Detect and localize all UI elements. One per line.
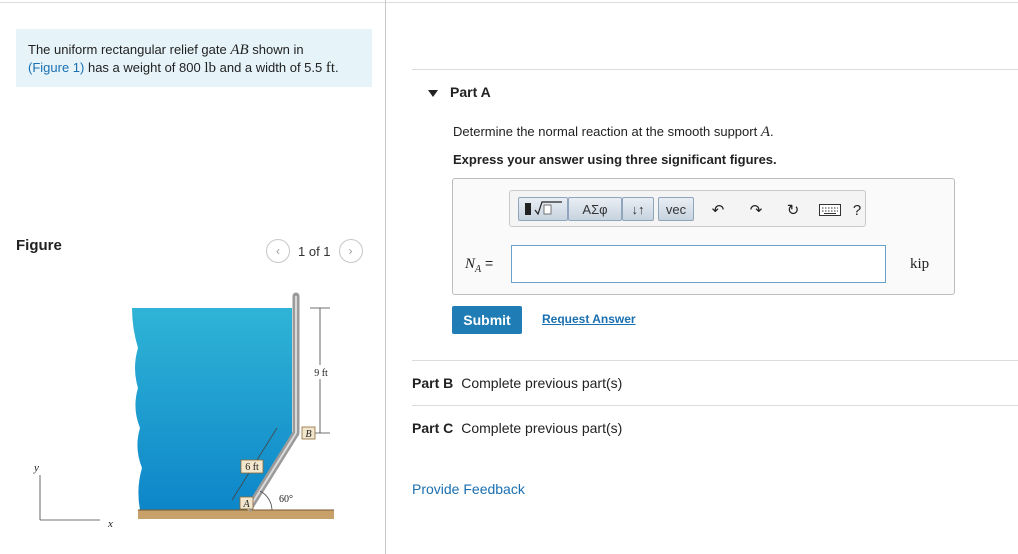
submit-button[interactable]: Submit (452, 306, 522, 334)
ground-strip (138, 510, 334, 519)
unit-label: kip (910, 256, 930, 272)
question-text: Determine the normal reaction at the smo… (453, 124, 774, 140)
request-answer-link[interactable]: Request Answer (542, 312, 636, 326)
axis-x-label: x (107, 518, 113, 530)
keyboard-icon[interactable] (818, 200, 842, 220)
axis-y-label: y (33, 462, 39, 474)
figure-link[interactable]: (Figure 1) (28, 60, 84, 75)
math-toolbar: ΑΣφ ↓↑ vec ↶ ↷ ↻ ? (509, 190, 866, 227)
problem-statement: The uniform rectangular relief gate AB s… (16, 29, 372, 87)
angle-label: 60° (279, 494, 293, 505)
problem-text-4: and a width of 5.5 (216, 60, 326, 75)
question-variable: A (760, 124, 770, 140)
point-a-label: A (242, 499, 250, 510)
updown-button[interactable]: ↓↑ (622, 197, 654, 221)
part-b-label: Part B (412, 375, 454, 391)
figure-heading: Figure (16, 237, 62, 254)
problem-text-2: shown in (248, 42, 304, 57)
dim-9ft-label: 9 ft (314, 368, 328, 379)
gate-name: AB (230, 42, 249, 58)
part-b-row[interactable]: Part B Complete previous part(s) (412, 375, 622, 391)
provide-feedback-link[interactable]: Provide Feedback (412, 481, 525, 497)
templates-sqrt-icon (525, 201, 562, 216)
part-a-title: Part A (450, 84, 491, 100)
templates-button[interactable] (518, 197, 568, 221)
part-b-divider (412, 360, 1018, 361)
problem-text-1: The uniform rectangular relief gate (28, 42, 231, 57)
answer-panel: ΑΣφ ↓↑ vec ↶ ↷ ↻ ? NA = kip (452, 178, 955, 295)
part-c-row[interactable]: Part C Complete previous part(s) (412, 420, 622, 436)
greek-button[interactable]: ΑΣφ (568, 197, 622, 221)
instruction-text: Express your answer using three signific… (453, 152, 777, 167)
variable-label: NA = (465, 255, 494, 275)
part-b-status: Complete previous part(s) (461, 375, 623, 391)
figure-pager: ‹ 1 of 1 › (266, 239, 363, 263)
width-unit: ft (325, 60, 336, 76)
pager-text: 1 of 1 (298, 243, 331, 259)
caret-down-icon[interactable] (428, 89, 438, 97)
redo-icon[interactable]: ↷ (746, 200, 766, 220)
help-icon[interactable]: ? (850, 200, 864, 220)
chevron-left-icon[interactable]: ‹ (266, 239, 290, 263)
reset-icon[interactable]: ↻ (782, 200, 804, 220)
point-b-label: B (305, 429, 311, 440)
part-a-header[interactable]: Part A (428, 84, 491, 100)
part-c-label: Part C (412, 420, 454, 436)
part-c-divider (412, 405, 1018, 406)
vec-button[interactable]: vec (658, 197, 694, 221)
answer-input[interactable] (511, 245, 886, 283)
undo-icon[interactable]: ↶ (708, 200, 728, 220)
part-c-status: Complete previous part(s) (461, 420, 623, 436)
problem-text-5: . (335, 60, 339, 75)
gate-figure: 9 ft 6 ft A B 60° y x (33, 292, 334, 530)
problem-text-3: has a weight of 800 (84, 60, 205, 75)
chevron-right-icon[interactable]: › (338, 239, 363, 263)
dim-6ft-label: 6 ft (245, 462, 259, 473)
part-a-divider (412, 69, 1018, 70)
problem-panel: The uniform rectangular relief gate AB s… (0, 0, 386, 554)
weight-unit: lb (204, 60, 217, 76)
